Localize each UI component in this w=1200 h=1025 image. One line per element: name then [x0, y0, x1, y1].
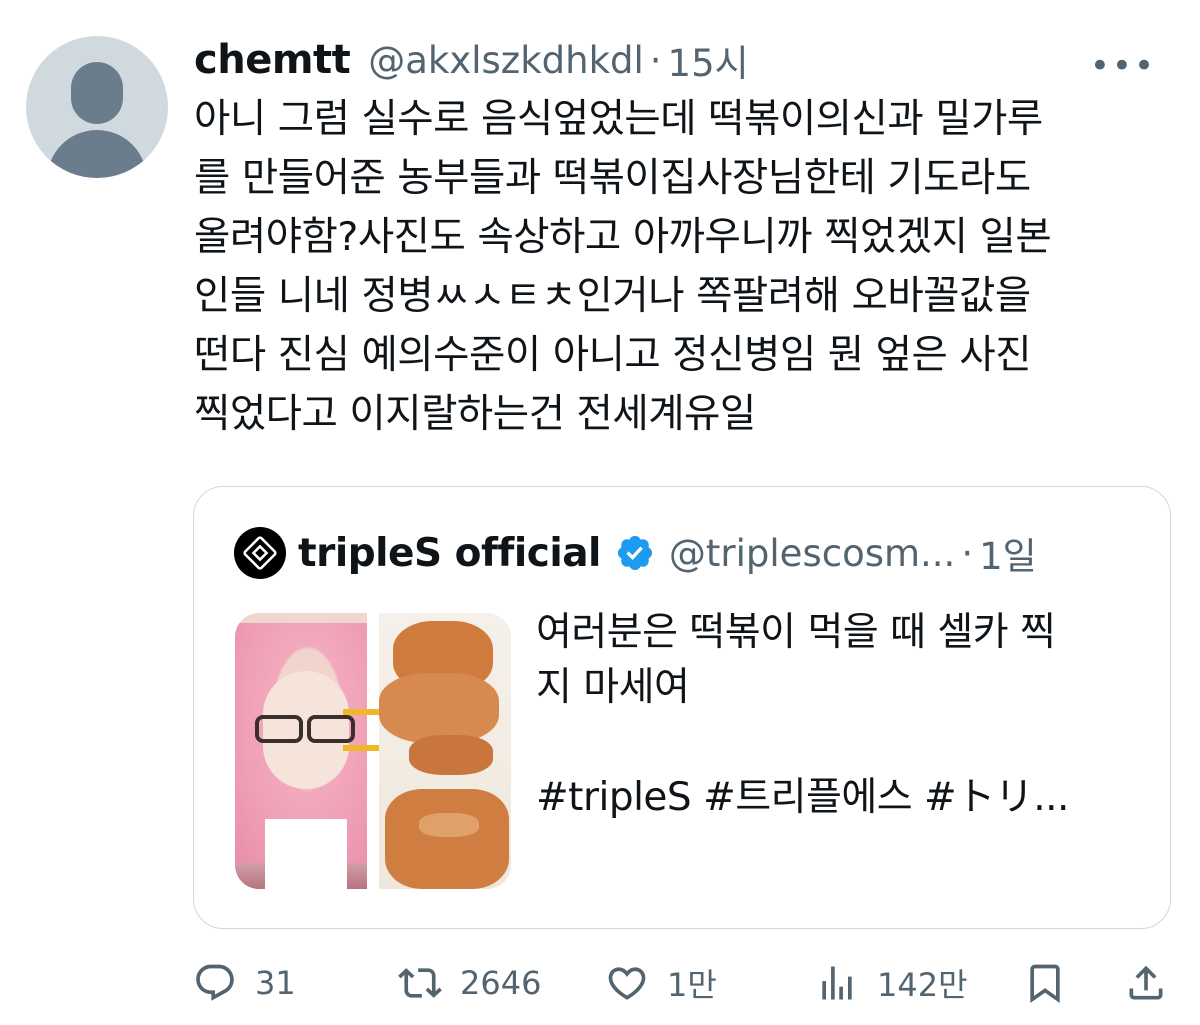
glasses-shape — [241, 715, 365, 745]
tweet: chemtt @akxlszkdhkdl · 15시 ••• 아니 그럼 실수로… — [0, 0, 1200, 1025]
reply-button[interactable]: 31 — [193, 950, 296, 1016]
shirt-shape — [265, 819, 347, 889]
share-button[interactable] — [1124, 950, 1168, 1016]
retweet-button[interactable]: 2646 — [398, 950, 541, 1016]
reply-icon — [196, 964, 234, 1001]
separator-dot: · — [649, 38, 662, 82]
quoted-tweet-header: tripleS official @triplescosm... · 1일 — [234, 527, 1130, 579]
bookmark-button[interactable] — [1023, 950, 1067, 1016]
heart-icon — [608, 967, 646, 1000]
tweet-text: 아니 그럼 실수로 음식엎었는데 떡볶이의신과 밀가루 를 만들어준 농부들과 … — [194, 96, 1052, 437]
more-options-icon[interactable]: ••• — [1090, 46, 1156, 86]
quoted-tweet-text: 여러분은 떡볶이 먹을 때 셀카 찍 지 마세여 #tripleS #트리플에스… — [536, 610, 1069, 820]
selfie-photo — [235, 613, 383, 889]
quoted-author-name[interactable]: tripleS official — [298, 531, 601, 576]
author-name[interactable]: chemtt — [194, 37, 351, 83]
quoted-tweet[interactable]: tripleS official @triplescosm... · 1일 여러… — [193, 486, 1171, 929]
bookmark-icon — [1030, 964, 1060, 1004]
quoted-media-thumbnail[interactable] — [235, 613, 511, 889]
quoted-author-handle[interactable]: @triplescosm... — [669, 532, 955, 575]
reply-count: 31 — [255, 964, 296, 1002]
spilled-food-photo — [379, 613, 511, 889]
quoted-separator-dot: · — [961, 531, 974, 575]
timestamp[interactable]: 15시 — [668, 33, 749, 87]
chopstick-shape — [343, 709, 383, 715]
photo-divider — [367, 613, 379, 889]
action-bar: 31 2646 1만 142만 — [193, 950, 1174, 1016]
quoted-avatar[interactable] — [234, 527, 286, 579]
views-chart-icon — [822, 966, 852, 1000]
like-button[interactable]: 1만 — [605, 950, 717, 1016]
author-handle[interactable]: @akxlszkdhkdl — [368, 39, 644, 82]
avatar[interactable] — [26, 36, 168, 178]
views-button[interactable]: 142만 — [815, 950, 968, 1016]
chopstick-shape — [343, 745, 383, 751]
like-count: 1만 — [667, 966, 717, 1004]
cube-logo-icon — [241, 534, 279, 572]
avatar-head-shape — [71, 62, 123, 124]
quoted-timestamp[interactable]: 1일 — [979, 526, 1037, 580]
retweet-icon — [398, 968, 442, 998]
tweet-header: chemtt @akxlszkdhkdl · 15시 ••• — [194, 34, 1160, 86]
avatar-body-shape — [47, 130, 147, 178]
verified-badge-icon — [617, 535, 653, 571]
retweet-count: 2646 — [460, 964, 542, 1002]
share-icon — [1129, 965, 1163, 1000]
views-count: 142만 — [877, 966, 968, 1004]
